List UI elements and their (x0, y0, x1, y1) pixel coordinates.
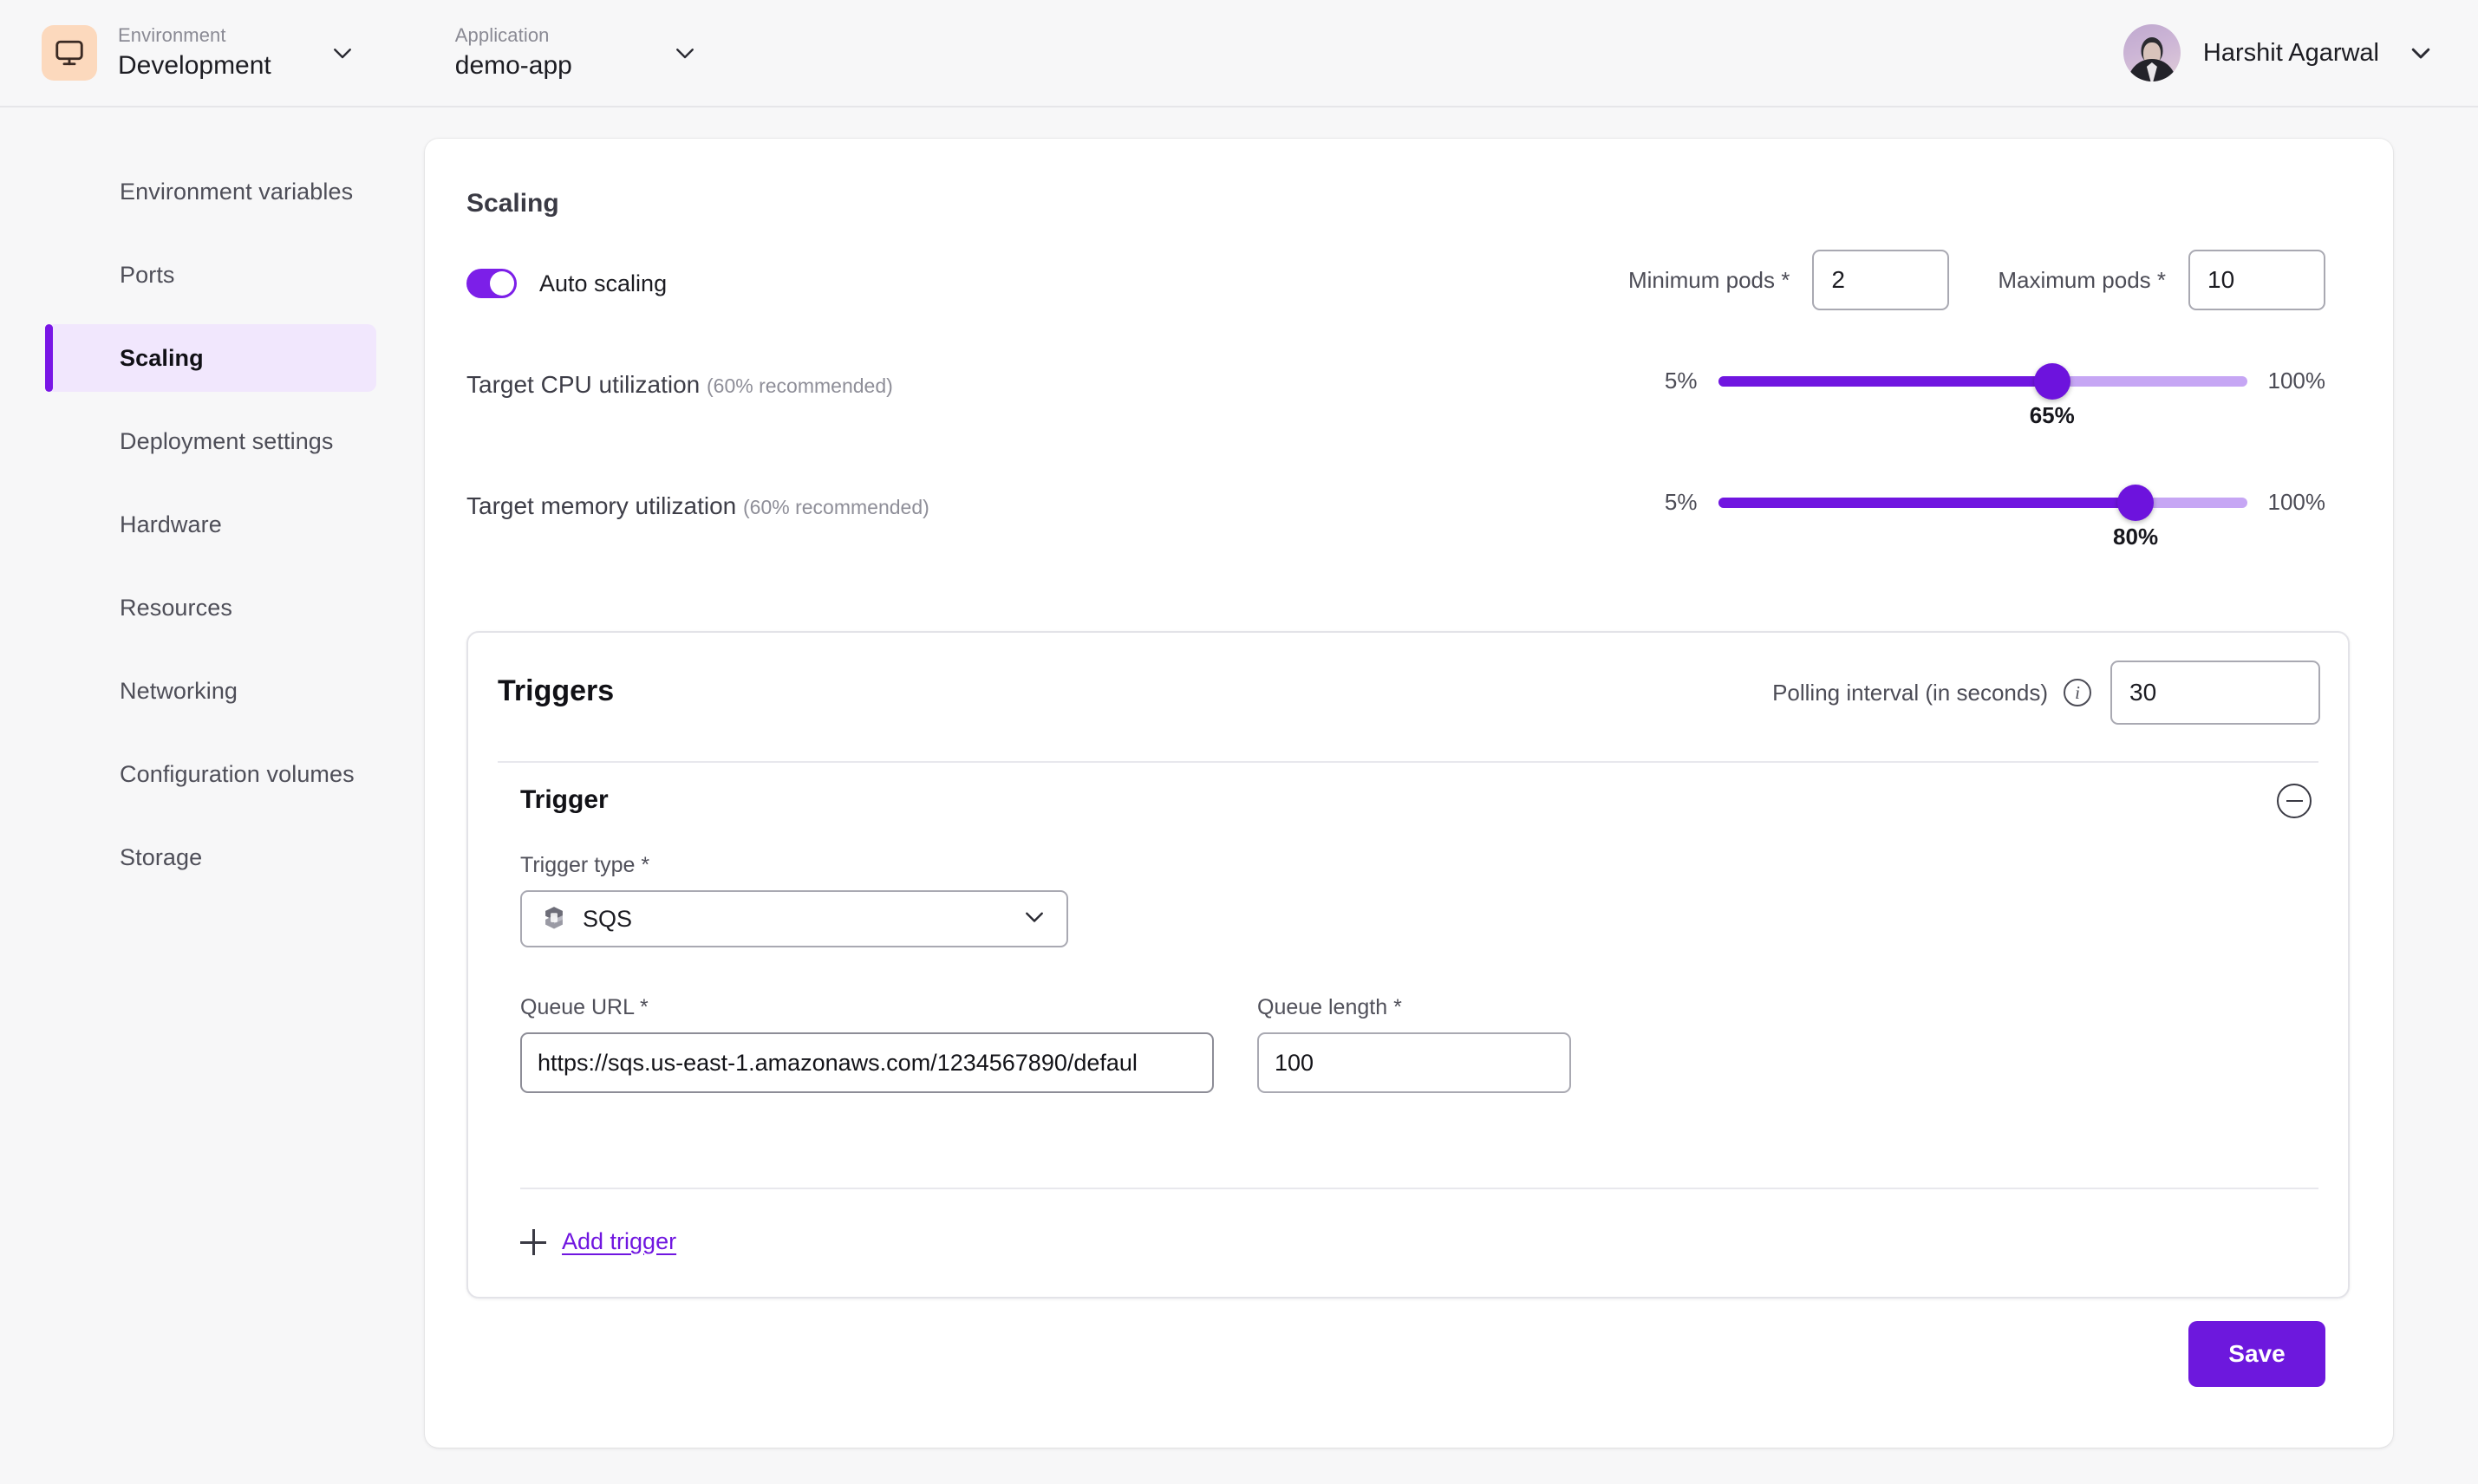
environment-label: Environment (118, 23, 226, 46)
trigger-type-select[interactable]: SQS (520, 890, 1068, 947)
cpu-utilization-title: Target CPU utilization (466, 371, 701, 398)
page-title: Scaling (466, 189, 559, 218)
trigger-subtitle: Trigger (520, 785, 609, 814)
scaling-panel: Scaling Auto scaling Minimum pods * 2 Ma… (425, 139, 2393, 1448)
cpu-slider-track[interactable]: 65% (1718, 362, 2247, 428)
queue-url-field: Queue URL * https://sqs.us-east-1.amazon… (520, 995, 1214, 1093)
pods-fields: Minimum pods * 2 Maximum pods * 10 (1628, 250, 2325, 310)
memory-slider-max-label: 100% (2267, 489, 2326, 515)
sidebar-item-label: Storage (120, 843, 203, 870)
queue-url-label: Queue URL * (520, 995, 649, 1019)
application-label: Application (454, 23, 550, 46)
memory-utilization-hint: (60% recommended) (743, 496, 929, 518)
divider (520, 1188, 2318, 1189)
minimum-pods-input[interactable]: 2 (1812, 250, 1950, 310)
cpu-slider-min-label: 5% (1664, 368, 1698, 394)
sidebar-item-label: Configuration volumes (120, 760, 355, 787)
application-value: demo-app (454, 50, 572, 80)
sidebar-item-configuration-volumes[interactable]: Configuration volumes (45, 740, 376, 808)
memory-utilization-title: Target memory utilization (466, 492, 737, 519)
cpu-utilization-label: Target CPU utilization (60% recommended) (466, 371, 893, 399)
save-button[interactable]: Save (2188, 1321, 2325, 1387)
sidebar-item-label: Resources (120, 594, 232, 621)
add-trigger-button[interactable]: Add trigger (520, 1228, 676, 1255)
cpu-slider[interactable]: 5% 65% 100% (1664, 362, 2326, 428)
sidebar-item-label: Environment variables (120, 178, 354, 205)
sidebar-item-label: Hardware (120, 511, 222, 537)
queue-length-input[interactable]: 100 (1257, 1032, 1571, 1093)
memory-slider-min-label: 5% (1664, 489, 1698, 515)
auto-scaling-label: Auto scaling (539, 270, 668, 296)
monitor-icon (42, 25, 97, 81)
application-selector[interactable]: Application demo-app (434, 23, 704, 83)
queue-length-field: Queue length * 100 (1257, 995, 1571, 1093)
trigger-type-label: Trigger type * (520, 853, 650, 877)
maximum-pods-input[interactable]: 10 (2188, 250, 2325, 310)
user-chevron-down-icon[interactable] (2402, 34, 2440, 72)
memory-slider-value: 80% (2113, 523, 2159, 550)
toggle-switch[interactable] (466, 269, 517, 298)
trigger-item: Trigger Trigger type * SQS Queue URL * h… (468, 763, 2348, 1300)
sidebar-item-storage[interactable]: Storage (45, 823, 376, 891)
application-chevron-down-icon[interactable] (666, 34, 704, 72)
auto-scaling-toggle[interactable]: Auto scaling (466, 269, 667, 298)
app-root: Environment Development Application demo… (0, 0, 2478, 1484)
triggers-title: Triggers (498, 674, 615, 707)
environment-chevron-down-icon[interactable] (323, 34, 362, 72)
triggers-header: Triggers Polling interval (in seconds) i… (468, 633, 2348, 761)
queue-url-input[interactable]: https://sqs.us-east-1.amazonaws.com/1234… (520, 1032, 1214, 1093)
sidebar-item-deployment-settings[interactable]: Deployment settings (45, 407, 376, 475)
avatar (2123, 24, 2181, 81)
user-menu[interactable]: Harshit Agarwal (2123, 24, 2440, 81)
sidebar-item-ports[interactable]: Ports (45, 241, 376, 309)
sidebar-item-environment-variables[interactable]: Environment variables (45, 158, 376, 225)
top-bar: Environment Development Application demo… (0, 0, 2478, 107)
sidebar-item-label: Scaling (120, 344, 204, 371)
environment-value: Development (118, 50, 271, 80)
user-name: Harshit Agarwal (2202, 38, 2379, 67)
cpu-slider-max-label: 100% (2267, 368, 2326, 394)
cpu-utilization-hint: (60% recommended) (707, 374, 893, 397)
environment-selector[interactable]: Environment Development (42, 23, 362, 83)
remove-trigger-icon[interactable] (2277, 784, 2312, 818)
triggers-card: Triggers Polling interval (in seconds) i… (466, 631, 2350, 1298)
cpu-slider-value: 65% (2029, 401, 2075, 428)
trigger-type-field: Trigger type * SQS (520, 853, 1068, 947)
sidebar-item-label: Networking (120, 677, 238, 704)
sqs-icon (545, 907, 563, 929)
polling-interval-field: Polling interval (in seconds) i 30 (1772, 661, 2320, 725)
info-icon[interactable]: i (2064, 679, 2091, 706)
sidebar: Environment variables Ports Scaling Depl… (0, 109, 425, 1484)
sidebar-item-resources[interactable]: Resources (45, 574, 376, 641)
memory-slider-thumb[interactable] (2117, 484, 2155, 521)
queue-length-label: Queue length * (1257, 995, 1402, 1019)
polling-interval-input[interactable]: 30 (2110, 661, 2320, 725)
cpu-slider-thumb[interactable] (2033, 362, 2070, 400)
trigger-type-chevron-down-icon[interactable] (1021, 904, 1047, 934)
memory-slider-track[interactable]: 80% (1718, 484, 2247, 550)
trigger-type-value: SQS (583, 905, 633, 932)
sidebar-item-hardware[interactable]: Hardware (45, 491, 376, 558)
sidebar-item-networking[interactable]: Networking (45, 657, 376, 725)
sidebar-item-label: Ports (120, 261, 175, 288)
sidebar-item-label: Deployment settings (120, 427, 334, 454)
sidebar-item-scaling[interactable]: Scaling (45, 324, 376, 392)
maximum-pods-label: Maximum pods * (1998, 266, 2166, 293)
plus-icon (520, 1228, 546, 1255)
memory-slider[interactable]: 5% 80% 100% (1664, 484, 2326, 550)
minimum-pods-label: Minimum pods * (1627, 266, 1790, 293)
memory-utilization-label: Target memory utilization (60% recommend… (466, 492, 929, 520)
add-trigger-label: Add trigger (562, 1228, 677, 1254)
polling-interval-label: Polling interval (in seconds) (1772, 679, 2048, 706)
